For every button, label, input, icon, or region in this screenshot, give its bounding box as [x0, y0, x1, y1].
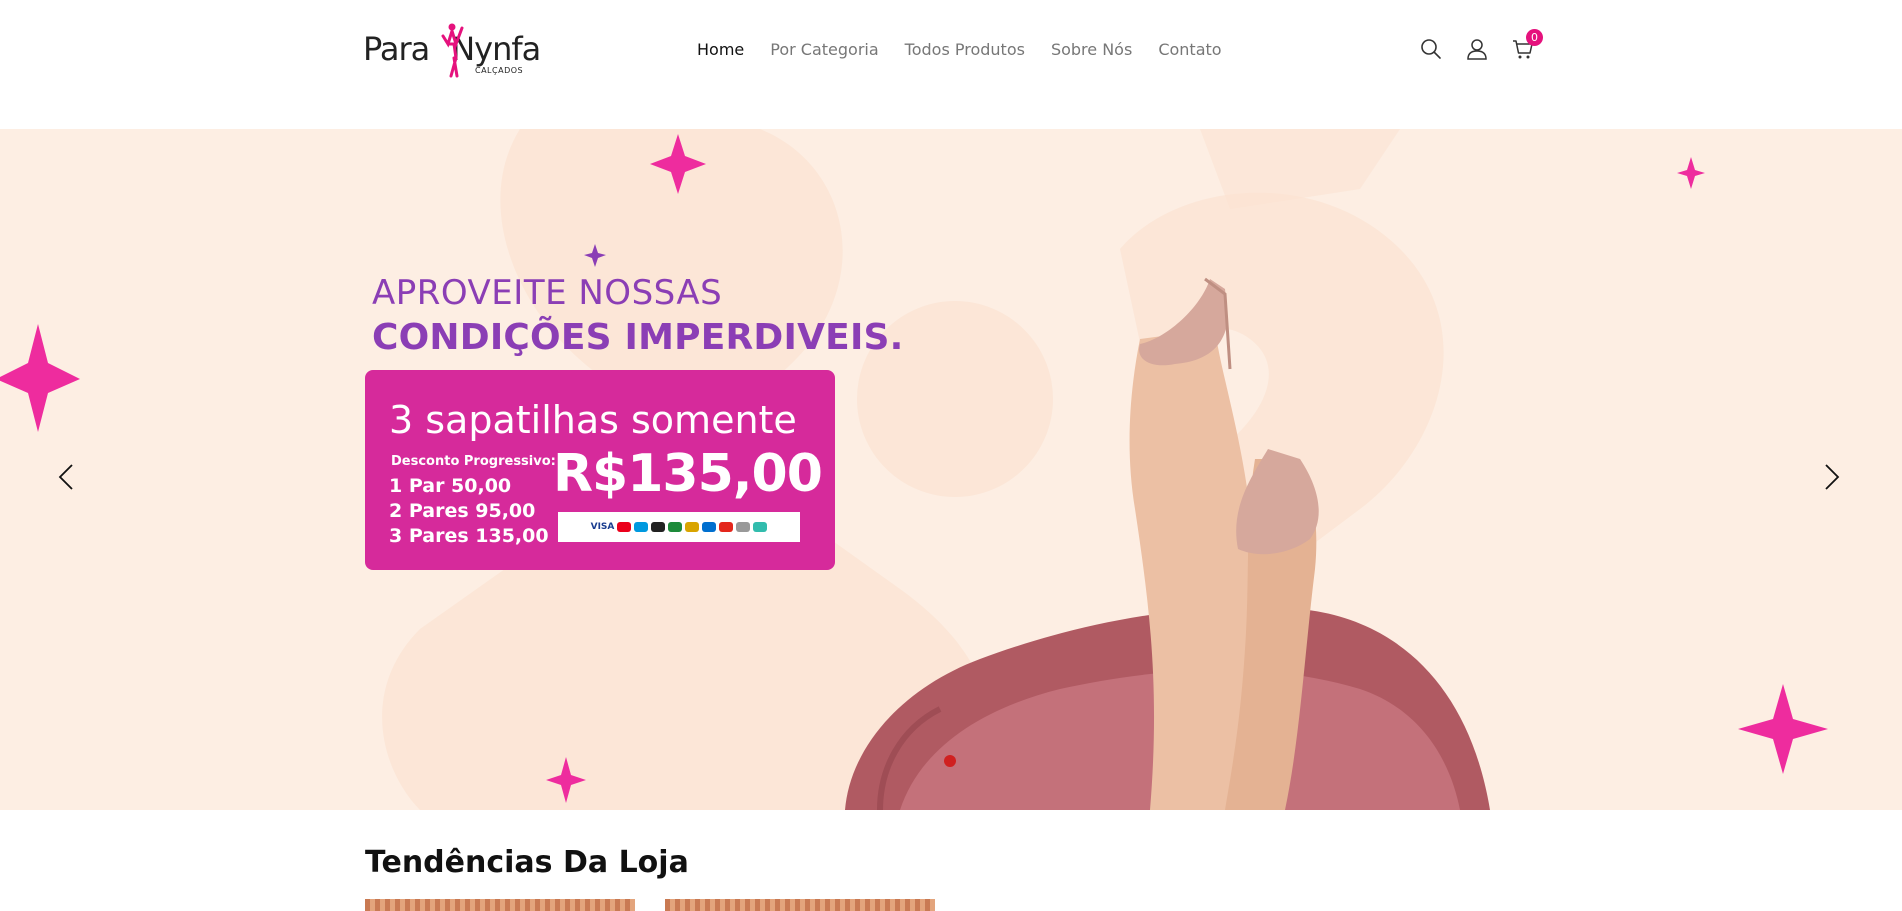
promo-title: 3 sapatilhas somente	[389, 398, 797, 442]
nav-todos-produtos[interactable]: Todos Produtos	[905, 40, 1025, 59]
cart-icon[interactable]: 0	[1512, 29, 1543, 60]
product-card-image[interactable]	[665, 899, 935, 911]
nav-sobre-nos[interactable]: Sobre Nós	[1051, 40, 1132, 59]
elo-icon	[651, 522, 666, 532]
promo-banner[interactable]: 3 sapatilhas somente Desconto Progressiv…	[365, 370, 835, 570]
nav-por-categoria[interactable]: Por Categoria	[770, 40, 878, 59]
slider-next-arrow[interactable]	[1816, 457, 1846, 497]
maestro-icon	[634, 522, 649, 532]
card-icon	[736, 522, 751, 532]
product-card-image[interactable]	[365, 899, 635, 911]
dancer-icon	[441, 23, 464, 78]
promo-price: R$135,00	[553, 444, 823, 504]
promo-tier: 1 Par 50,00	[389, 475, 512, 497]
slider-dot-active[interactable]	[944, 755, 956, 767]
promo-tier: 3 Pares 135,00	[389, 525, 549, 547]
logo[interactable]: Para Nynfa CALÇADOS	[363, 20, 541, 80]
card-icon	[685, 522, 700, 532]
promo-subtitle: Desconto Progressivo:	[391, 454, 556, 469]
promo-tier: 2 Pares 95,00	[389, 500, 536, 522]
section-title: Tendências Da Loja	[365, 845, 689, 880]
slider-prev-arrow[interactable]	[52, 457, 82, 497]
hero-background	[0, 129, 1828, 810]
hero-headline-line1: APROVEITE NOSSAS	[372, 273, 723, 313]
search-icon[interactable]	[1420, 38, 1442, 60]
nav-home[interactable]: Home	[697, 40, 744, 59]
user-icon[interactable]	[1466, 38, 1488, 60]
cart-count-badge: 0	[1526, 29, 1543, 46]
amex-icon	[702, 522, 717, 532]
site-header: Para Nynfa CALÇADOS Home Por Categoria To…	[0, 0, 1902, 129]
logo-tagline: CALÇADOS	[475, 66, 524, 75]
hero-slider: APROVEITE NOSSAS CONDIÇÕES IMPERDIVEIS. …	[0, 129, 1902, 810]
hipercard-icon	[719, 522, 734, 532]
mastercard-icon	[617, 522, 632, 532]
main-nav: Home Por Categoria Todos Produtos Sobre …	[697, 40, 1222, 59]
pix-icon	[753, 522, 768, 532]
header-actions: 0	[1420, 29, 1543, 60]
payment-methods: VISA	[558, 512, 800, 542]
visa-logo: VISA	[590, 522, 615, 532]
card-icon	[668, 522, 683, 532]
nav-contato[interactable]: Contato	[1158, 40, 1221, 59]
logo-primary: Para	[363, 30, 430, 68]
hero-headline-line2: CONDIÇÕES IMPERDIVEIS.	[372, 317, 904, 358]
